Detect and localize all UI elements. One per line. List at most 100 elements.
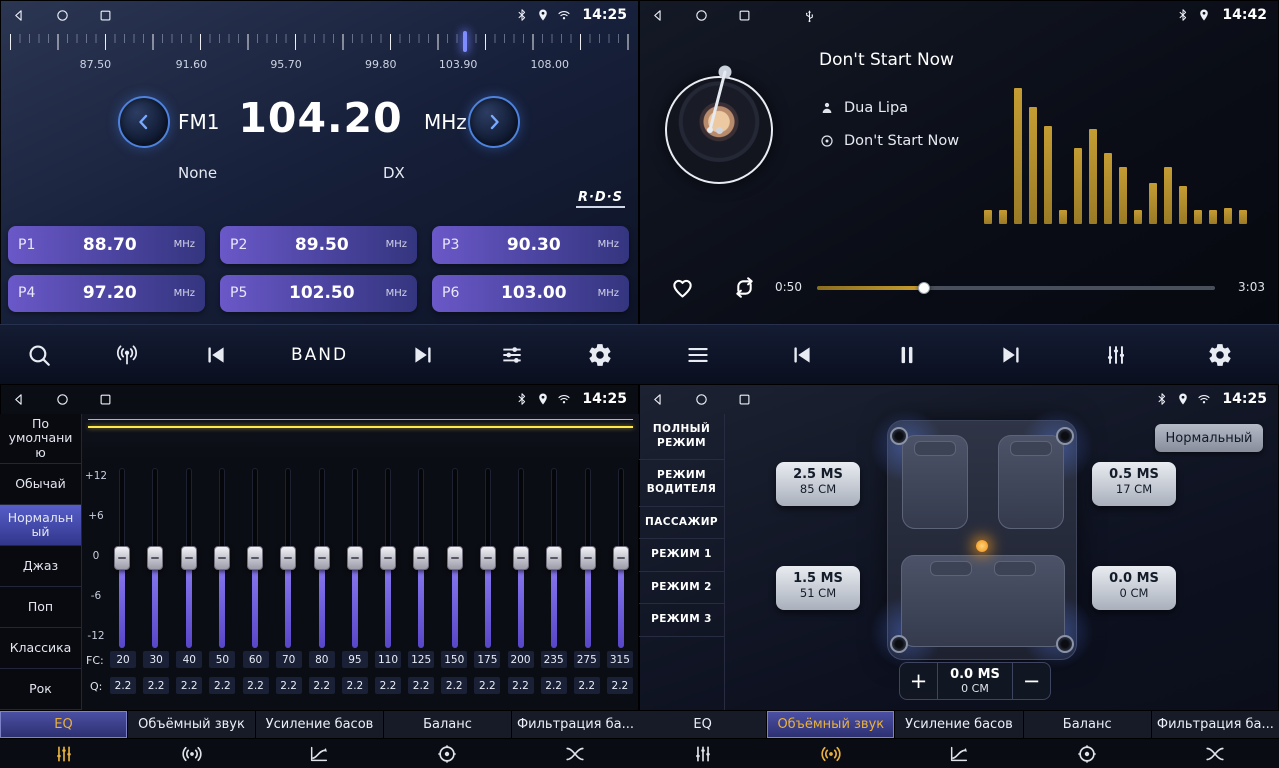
eq-band-slider[interactable] xyxy=(310,468,334,648)
eq-sliders-icon[interactable] xyxy=(0,739,128,768)
listening-position-dot[interactable] xyxy=(976,540,988,552)
home-icon[interactable] xyxy=(694,392,709,407)
eq-band-slider[interactable] xyxy=(443,468,467,648)
eq-preset-item[interactable]: По умолчанию xyxy=(0,414,81,464)
surround-speaker-icon[interactable] xyxy=(767,739,895,768)
recents-icon[interactable] xyxy=(737,392,752,407)
favorite-icon[interactable] xyxy=(669,274,696,301)
surround-mode-item[interactable]: РЕЖИМ 3 xyxy=(639,604,724,637)
eq-band-slider[interactable] xyxy=(343,468,367,648)
eq-band-slider[interactable] xyxy=(476,468,500,648)
radio-preset-p1-button[interactable]: P188.70MHz xyxy=(8,226,205,264)
delay-decrease-button[interactable]: − xyxy=(1012,663,1050,699)
back-icon[interactable] xyxy=(651,392,666,407)
eq-band-slider[interactable] xyxy=(276,468,300,648)
eq-slider-handle[interactable] xyxy=(114,546,130,570)
eq-preset-item[interactable]: Поп xyxy=(0,587,81,628)
bass-boost-icon[interactable] xyxy=(895,739,1023,768)
eq-band-slider[interactable] xyxy=(110,468,134,648)
eq-slider-handle[interactable] xyxy=(347,546,363,570)
previous-station-icon[interactable] xyxy=(203,342,229,368)
eq-slider-handle[interactable] xyxy=(147,546,163,570)
sound-tab-2[interactable]: Объёмный звук xyxy=(767,711,895,738)
eq-slider-handle[interactable] xyxy=(413,546,429,570)
eq-slider-handle[interactable] xyxy=(580,546,596,570)
home-icon[interactable] xyxy=(694,8,709,23)
home-icon[interactable] xyxy=(55,392,70,407)
eq-band-slider[interactable] xyxy=(210,468,234,648)
seek-bar[interactable] xyxy=(817,286,1215,290)
radio-preset-p3-button[interactable]: P390.30MHz xyxy=(432,226,629,264)
equalizer-icon[interactable] xyxy=(1103,342,1129,368)
radio-preset-p6-button[interactable]: P6103.00MHz xyxy=(432,275,629,313)
sound-tab-1[interactable]: EQ xyxy=(639,711,767,738)
audio-settings-icon[interactable] xyxy=(499,342,525,368)
surround-mode-item[interactable]: РЕЖИМ 2 xyxy=(639,572,724,605)
back-icon[interactable] xyxy=(12,8,27,23)
eq-slider-handle[interactable] xyxy=(613,546,629,570)
eq-band-slider[interactable] xyxy=(576,468,600,648)
front-right-delay-button[interactable]: 0.5 MS17 CM xyxy=(1092,462,1176,506)
balance-target-icon[interactable] xyxy=(383,739,511,768)
eq-band-slider[interactable] xyxy=(609,468,633,648)
back-icon[interactable] xyxy=(651,8,666,23)
surround-mode-item[interactable]: ПАССАЖИР xyxy=(639,507,724,540)
eq-band-slider[interactable] xyxy=(177,468,201,648)
repeat-icon[interactable] xyxy=(731,274,758,301)
eq-band-slider[interactable] xyxy=(376,468,400,648)
eq-slider-handle[interactable] xyxy=(314,546,330,570)
eq-slider-handle[interactable] xyxy=(280,546,296,570)
seek-bar-handle[interactable] xyxy=(918,282,930,294)
eq-slider-handle[interactable] xyxy=(214,546,230,570)
front-left-delay-button[interactable]: 2.5 MS85 CM xyxy=(776,462,860,506)
sound-tab-1[interactable]: EQ xyxy=(0,711,128,738)
eq-band-slider[interactable] xyxy=(143,468,167,648)
eq-preset-item[interactable]: Классика xyxy=(0,628,81,669)
tuner-scale[interactable]: 87.5091.6095.7099.80103.90108.00 xyxy=(10,34,629,82)
recents-icon[interactable] xyxy=(98,8,113,23)
sound-tab-5[interactable]: Фильтрация ба... xyxy=(512,711,639,738)
seek-down-button[interactable] xyxy=(118,96,170,148)
rear-right-delay-button[interactable]: 0.0 MS0 CM xyxy=(1092,566,1176,610)
next-station-icon[interactable] xyxy=(410,342,436,368)
rear-left-delay-button[interactable]: 1.5 MS51 CM xyxy=(776,566,860,610)
pause-icon[interactable] xyxy=(894,342,920,368)
bass-boost-icon[interactable] xyxy=(256,739,384,768)
eq-preset-item[interactable]: Обычай xyxy=(0,464,81,505)
radio-preset-p4-button[interactable]: P497.20MHz xyxy=(8,275,205,313)
crossover-filter-icon[interactable] xyxy=(511,739,639,768)
eq-slider-handle[interactable] xyxy=(480,546,496,570)
next-track-icon[interactable] xyxy=(998,342,1024,368)
sound-tab-5[interactable]: Фильтрация ба... xyxy=(1152,711,1279,738)
settings-gear-icon[interactable] xyxy=(587,342,613,368)
seek-up-button[interactable] xyxy=(468,96,520,148)
balance-target-icon[interactable] xyxy=(1023,739,1151,768)
back-icon[interactable] xyxy=(12,392,27,407)
sound-tab-3[interactable]: Усиление басов xyxy=(895,711,1023,738)
recents-icon[interactable] xyxy=(737,8,752,23)
crossover-filter-icon[interactable] xyxy=(1151,739,1279,768)
sound-tab-2[interactable]: Объёмный звук xyxy=(128,711,256,738)
recents-icon[interactable] xyxy=(98,392,113,407)
eq-slider-handle[interactable] xyxy=(447,546,463,570)
surround-mode-item[interactable]: РЕЖИМ 1 xyxy=(639,539,724,572)
auto-scan-icon[interactable] xyxy=(114,342,140,368)
sound-tab-4[interactable]: Баланс xyxy=(1024,711,1152,738)
eq-slider-handle[interactable] xyxy=(513,546,529,570)
eq-slider-handle[interactable] xyxy=(247,546,263,570)
sound-profile-button[interactable]: Нормальный xyxy=(1155,424,1263,452)
surround-mode-item[interactable]: РЕЖИМ ВОДИТЕЛЯ xyxy=(639,460,724,506)
eq-band-slider[interactable] xyxy=(243,468,267,648)
search-icon[interactable] xyxy=(26,342,52,368)
playlist-icon[interactable] xyxy=(685,342,711,368)
eq-preset-item[interactable]: Джаз xyxy=(0,546,81,587)
surround-speaker-icon[interactable] xyxy=(128,739,256,768)
home-icon[interactable] xyxy=(55,8,70,23)
eq-band-slider[interactable] xyxy=(409,468,433,648)
band-button[interactable]: BAND xyxy=(291,345,348,365)
sound-tab-4[interactable]: Баланс xyxy=(384,711,512,738)
eq-slider-handle[interactable] xyxy=(181,546,197,570)
radio-preset-p5-button[interactable]: P5102.50MHz xyxy=(220,275,417,313)
eq-preset-item[interactable]: Нормальный xyxy=(0,505,81,546)
radio-preset-p2-button[interactable]: P289.50MHz xyxy=(220,226,417,264)
